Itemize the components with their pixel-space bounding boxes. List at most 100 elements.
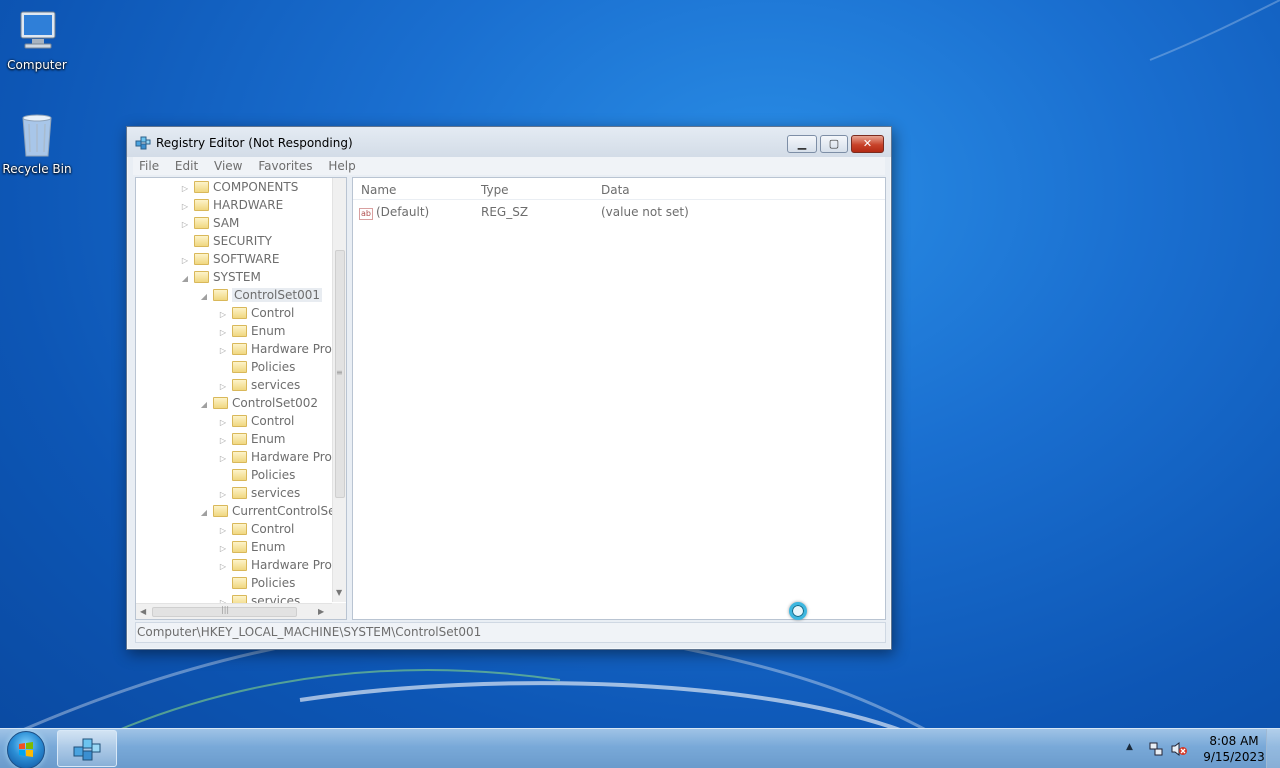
folder-icon: [232, 379, 247, 391]
window-title: Registry Editor (Not Responding): [156, 136, 353, 150]
tree-item-label: ControlSet002: [232, 396, 318, 410]
show-hidden-icons-icon[interactable]: ▲: [1126, 742, 1133, 752]
tree-item-enum[interactable]: ▷ Enum: [218, 322, 286, 340]
scroll-down-icon[interactable]: ▼: [336, 588, 342, 597]
tree-item-label: services: [251, 378, 301, 392]
registry-editor-window[interactable]: Registry Editor (Not Responding) ▁ ▢ ✕ F…: [126, 126, 892, 650]
folder-icon: [232, 361, 247, 373]
column-header-data[interactable]: Data: [601, 183, 630, 197]
tree-item-label: Policies: [251, 360, 296, 374]
tree-item-enum[interactable]: ▷ Enum: [218, 538, 286, 556]
folder-icon: [232, 325, 247, 337]
desktop-icon-computer[interactable]: Computer: [0, 10, 74, 72]
folder-icon: [194, 181, 209, 193]
taskbar-button-registry-editor[interactable]: [57, 730, 117, 767]
tree-item-controlset001[interactable]: ◢ ControlSet001: [199, 286, 322, 304]
menu-help[interactable]: Help: [322, 157, 361, 175]
clock-date: 9/15/2023: [1203, 750, 1265, 764]
value-data: (value not set): [601, 205, 689, 219]
windows-start-icon: [19, 742, 33, 757]
minimize-icon: ▁: [797, 137, 807, 150]
maximize-icon: ▢: [828, 137, 840, 150]
tree-item-label: Policies: [251, 468, 296, 482]
value-name-cell: ab (Default): [359, 205, 429, 220]
column-header-type[interactable]: Type: [481, 183, 509, 197]
title-bar[interactable]: Registry Editor (Not Responding) ▁ ▢ ✕: [127, 127, 891, 157]
close-icon: ✕: [862, 137, 873, 150]
tree-horizontal-scrollbar[interactable]: ◀ ||| ▶: [136, 603, 332, 619]
column-header-name[interactable]: Name: [361, 183, 396, 197]
tree-item-services[interactable]: ▷services: [218, 376, 300, 394]
tree-item-hardware-profiles[interactable]: ▷ Hardware Prof: [218, 340, 336, 358]
tree-item-components[interactable]: ▷ COMPONENTS: [180, 178, 298, 196]
recycle-bin-icon: [22, 114, 52, 157]
tree-item-label: Control: [251, 414, 295, 428]
menu-favorites[interactable]: Favorites: [252, 157, 318, 175]
tree-item-label: services: [251, 486, 301, 500]
folder-icon: [232, 577, 247, 589]
desktop-icon-recycle-bin[interactable]: Recycle Bin: [0, 112, 74, 176]
scroll-left-icon[interactable]: ◀: [140, 607, 146, 616]
desktop-icon-label: Recycle Bin: [2, 162, 72, 176]
folder-icon: [194, 217, 209, 229]
tree-item-currentcontrolset[interactable]: ◢ CurrentControlSet: [199, 502, 340, 520]
network-icon[interactable]: [1148, 741, 1164, 757]
tree-item-software[interactable]: ▷ SOFTWARE: [180, 250, 280, 268]
tree-item-policies[interactable]: Policies: [218, 466, 295, 484]
collapse-icon[interactable]: ◢: [180, 270, 190, 288]
tree-item-hardware-profiles[interactable]: ▷ Hardware Prof: [218, 556, 336, 574]
ab-string-icon: ab: [359, 208, 373, 220]
minimize-button[interactable]: ▁: [787, 135, 817, 153]
folder-icon: [232, 307, 247, 319]
folder-icon: [232, 343, 247, 355]
tree-item-control[interactable]: ▷ Control: [218, 520, 294, 538]
tree-item-label: Enum: [251, 432, 286, 446]
tree-item-controlset002[interactable]: ◢ ControlSet002: [199, 394, 318, 412]
folder-icon: [213, 397, 228, 409]
values-list[interactable]: Name Type Data ab (Default) REG_SZ (value…: [352, 177, 886, 620]
tree-item-label: SECURITY: [213, 234, 272, 248]
folder-icon: [232, 433, 247, 445]
folder-icon: [194, 199, 209, 211]
collapse-icon[interactable]: ◢: [199, 504, 209, 522]
start-button[interactable]: [7, 731, 45, 768]
tree-item-services[interactable]: ▷services: [218, 484, 300, 502]
tree-item-hardware-profiles[interactable]: ▷ Hardware Prof: [218, 448, 336, 466]
tree-item-sam[interactable]: ▷ SAM: [180, 214, 239, 232]
tree-item-system[interactable]: ◢ SYSTEM: [180, 268, 261, 286]
tree-item-label: CurrentControlSet: [232, 504, 341, 518]
clock[interactable]: 8:08 AM 9/15/2023: [1194, 733, 1274, 765]
menu-view[interactable]: View: [208, 157, 248, 175]
tree-item-label: Policies: [251, 576, 296, 590]
scroll-right-icon[interactable]: ▶: [318, 607, 324, 616]
tree-item-label: SOFTWARE: [213, 252, 280, 266]
tree-item-policies[interactable]: Policies: [218, 358, 295, 376]
menu-edit[interactable]: Edit: [169, 157, 204, 175]
tree-item-label: Control: [251, 306, 295, 320]
list-header: Name Type Data: [353, 178, 885, 200]
tree-item-hardware[interactable]: ▷ HARDWARE: [180, 196, 283, 214]
volume-muted-icon[interactable]: [1170, 741, 1188, 757]
collapse-icon[interactable]: ◢: [199, 288, 209, 306]
show-desktop-button[interactable]: [1266, 729, 1280, 768]
menu-file[interactable]: File: [133, 157, 165, 175]
grip-icon: ≡: [336, 368, 343, 377]
clock-time: 8:08 AM: [1209, 734, 1259, 748]
close-button[interactable]: ✕: [851, 135, 884, 153]
tree-item-security[interactable]: SECURITY: [180, 232, 272, 250]
tree-item-control[interactable]: ▷ Control: [218, 412, 294, 430]
tree-item-policies[interactable]: Policies: [218, 574, 295, 592]
tree-item-enum[interactable]: ▷ Enum: [218, 430, 286, 448]
tree-vertical-scrollbar[interactable]: ≡ ▼: [332, 178, 346, 602]
value-name: (Default): [376, 205, 430, 219]
tree-item-label: COMPONENTS: [213, 180, 299, 194]
folder-icon: [232, 415, 247, 427]
busy-cursor-icon: [789, 602, 807, 620]
tree-item-label: Hardware Prof: [251, 450, 337, 464]
tree-item-label: Hardware Prof: [251, 558, 337, 572]
maximize-button[interactable]: ▢: [820, 135, 848, 153]
collapse-icon[interactable]: ◢: [199, 396, 209, 414]
folder-icon: [194, 271, 209, 283]
registry-tree[interactable]: ▷ COMPONENTS ▷ HARDWARE ▷ SAM SECURITY ▷ SOF…: [135, 177, 347, 620]
tree-item-control[interactable]: ▷ Control: [218, 304, 294, 322]
